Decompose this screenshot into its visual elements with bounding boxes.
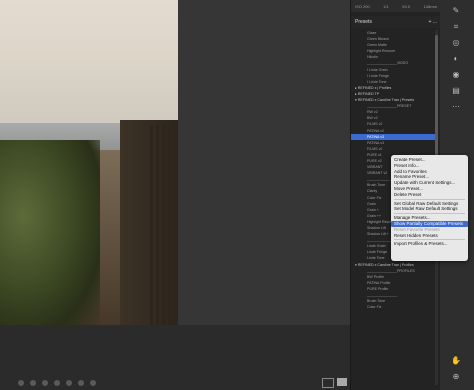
focal-value: 148mm xyxy=(423,3,437,9)
shutter-value: 1/1 xyxy=(383,3,389,9)
more-icon[interactable]: ⋯ xyxy=(451,102,461,112)
hand-icon[interactable]: ✋ xyxy=(451,356,461,366)
scrollbar-thumb[interactable] xyxy=(435,35,438,155)
canvas-background xyxy=(178,0,350,325)
presets-header: Presets + ... xyxy=(351,16,441,28)
iso-value: ISO 200 xyxy=(355,3,370,9)
menu-separator xyxy=(394,213,465,215)
rating-dot[interactable] xyxy=(30,380,36,386)
rating-dot[interactable] xyxy=(54,380,60,386)
context-menu-item[interactable]: Show Partially Compatible Presets xyxy=(391,220,468,227)
rating-dot[interactable] xyxy=(90,380,96,386)
add-preset-button[interactable]: + xyxy=(429,19,432,25)
preset-context-menu: Create Preset... Preset Info... Add to Fav… xyxy=(391,155,468,261)
preset-item[interactable]: Color Fix xyxy=(351,304,435,310)
photo-sky xyxy=(0,0,178,125)
histogram-info-row: ISO 200 1/1 f/4.0 148mm xyxy=(351,0,441,12)
presets-title: Presets xyxy=(355,19,372,25)
compare-toggle-icon[interactable] xyxy=(337,378,347,386)
rating-dot[interactable] xyxy=(18,380,24,386)
photo-fence-post xyxy=(156,125,159,325)
rating-dot[interactable] xyxy=(78,380,84,386)
photo-fence-post xyxy=(168,125,171,325)
photo-dune-grass xyxy=(0,140,100,325)
zoom-icon[interactable]: ⊕ xyxy=(451,372,461,382)
aperture-value: f/4.0 xyxy=(402,3,411,9)
rating-dot[interactable] xyxy=(66,380,72,386)
rating-dot[interactable] xyxy=(42,380,48,386)
context-menu-item[interactable]: Import Profiles & Presets... xyxy=(391,241,468,247)
crop-icon[interactable]: ⌗ xyxy=(451,22,461,32)
photo-canvas[interactable] xyxy=(0,0,178,325)
menu-separator xyxy=(394,198,465,200)
redeye-icon[interactable]: ◉ xyxy=(451,70,461,80)
view-toggle-icon[interactable] xyxy=(322,378,334,388)
presets-more-button[interactable]: ... xyxy=(433,19,437,25)
context-menu-item[interactable]: Set Model Raw Default Settings xyxy=(391,206,468,212)
mask-icon[interactable]: ◐ xyxy=(451,54,461,64)
photo-fence-post xyxy=(162,125,165,325)
context-menu-item[interactable]: Reset Hidden Presets xyxy=(391,233,468,239)
menu-separator xyxy=(394,239,465,241)
photo-fence-post xyxy=(150,125,153,325)
heal-icon[interactable]: ◎ xyxy=(451,38,461,48)
context-menu-item[interactable]: Delete Preset xyxy=(391,192,468,198)
edit-icon[interactable]: ✎ xyxy=(451,6,461,16)
presets-icon[interactable]: ▤ xyxy=(451,86,461,96)
filmstrip-rating-dots[interactable] xyxy=(18,380,96,386)
